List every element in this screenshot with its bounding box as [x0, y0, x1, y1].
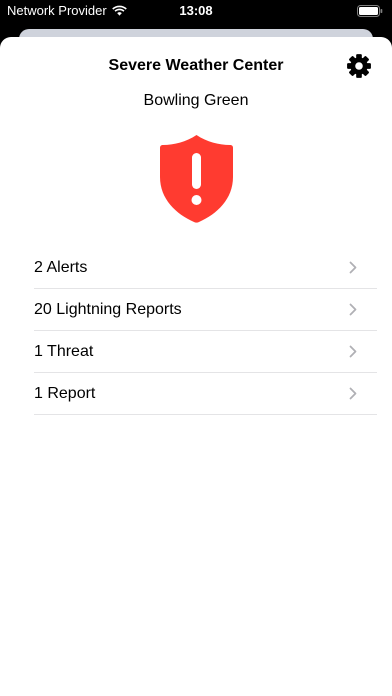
menu-item-lightning-reports[interactable]: 20 Lightning Reports [34, 289, 377, 331]
status-time: 13:08 [179, 3, 213, 18]
chevron-right-icon [349, 345, 357, 358]
menu-item-label: 1 Report [34, 384, 96, 402]
menu-list: 2 Alerts 20 Lightning Reports 1 Threat 1… [34, 247, 377, 415]
chevron-right-icon [349, 261, 357, 274]
exclamation-bar [192, 153, 201, 189]
menu-item-label: 1 Threat [34, 342, 94, 360]
shield-alert-icon [160, 135, 233, 223]
menu-item-label: 20 Lightning Reports [34, 300, 182, 318]
location-name: Bowling Green [143, 92, 249, 109]
chevron-right-icon [349, 303, 357, 316]
menu-item-label: 2 Alerts [34, 258, 88, 276]
menu-item-report[interactable]: 1 Report [34, 373, 377, 415]
exclamation-dot [191, 195, 202, 205]
page-title: Severe Weather Center [108, 57, 284, 74]
menu-item-alerts[interactable]: 2 Alerts [34, 247, 377, 289]
status-bar: Network Provider 13:08 [0, 0, 392, 22]
battery-icon [357, 5, 383, 17]
modal-sheet: Severe Weather Center Bowling Green 2 Al… [0, 37, 392, 696]
chevron-right-icon [349, 387, 357, 400]
gear-icon[interactable] [346, 53, 372, 79]
menu-item-threat[interactable]: 1 Threat [34, 331, 377, 373]
